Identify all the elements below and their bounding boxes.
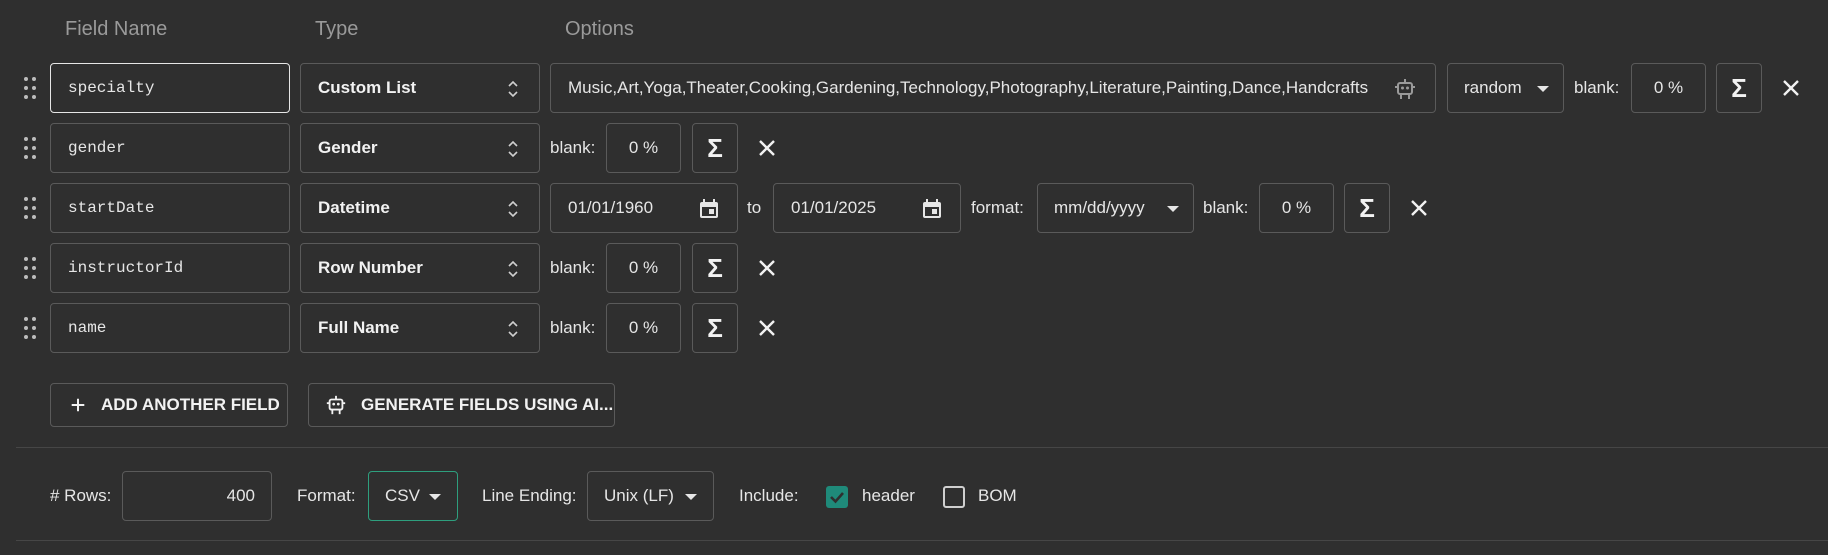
blank-label: blank: [1574,78,1620,97]
field-type-label: Gender [318,138,378,157]
date-from-value: 01/01/1960 [568,198,654,217]
sigma-icon: Σ [707,252,723,283]
field-type-select[interactable]: Gender [300,123,540,173]
drag-handle-icon[interactable] [24,137,38,159]
date-to-value: 01/01/2025 [791,198,877,217]
formula-button[interactable]: Σ [1716,63,1762,113]
check-icon [830,492,844,504]
blank-label: blank: [550,258,596,277]
include-label: Include: [739,486,799,505]
format-select[interactable]: CSV [368,471,458,521]
blank-percent-input[interactable]: 0 % [1259,183,1334,233]
field-row-gender: gender Gender blank: 0 % Σ [0,123,1828,173]
updown-icon [508,140,518,158]
blank-percent-input[interactable]: 0 % [606,243,681,293]
close-icon[interactable] [755,136,779,160]
custom-list-options-input[interactable]: Music,Art,Yoga,Theater,Cooking,Gardening… [550,63,1436,113]
date-format-value: mm/dd/yyyy [1054,198,1145,217]
generate-fields-ai-label: GENERATE FIELDS USING AI... [361,395,614,414]
close-icon[interactable] [755,316,779,340]
blank-label: blank: [1203,198,1249,217]
sigma-icon: Σ [707,312,723,343]
close-icon[interactable] [755,256,779,280]
robot-icon [326,395,346,415]
date-to-input[interactable]: 01/01/2025 [773,183,961,233]
chevron-down-icon [1537,86,1549,92]
updown-icon [508,200,518,218]
line-ending-label: Line Ending: [482,486,577,505]
bom-checkbox[interactable] [943,486,965,508]
blank-label: blank: [550,318,596,337]
field-type-label: Datetime [318,198,390,217]
chevron-down-icon [429,494,441,500]
field-row-startdate: startDate Datetime 01/01/1960 to 01/01/2… [0,183,1828,233]
drag-handle-icon[interactable] [24,257,38,279]
formula-button[interactable]: Σ [1344,183,1390,233]
generate-fields-ai-button[interactable]: GENERATE FIELDS USING AI... [308,383,615,427]
field-name-input[interactable]: instructorId [50,243,290,293]
header-type: Type [315,18,359,40]
close-icon[interactable] [1407,196,1431,220]
order-value: random [1464,78,1522,97]
field-type-label: Full Name [318,318,400,337]
calendar-icon[interactable] [920,197,944,221]
chevron-down-icon [1167,206,1179,212]
footer-divider [16,540,1828,541]
formula-button[interactable]: Σ [692,303,738,353]
robot-icon[interactable] [1393,77,1417,101]
date-from-input[interactable]: 01/01/1960 [550,183,738,233]
blank-percent-input[interactable]: 0 % [606,123,681,173]
blank-percent-input[interactable]: 0 % [1631,63,1706,113]
format-label: format: [971,198,1024,217]
updown-icon [508,80,518,98]
header-checkbox[interactable] [826,486,848,508]
line-ending-value: Unix (LF) [604,486,674,505]
sigma-icon: Σ [1731,72,1747,103]
line-ending-select[interactable]: Unix (LF) [587,471,714,521]
date-format-select[interactable]: mm/dd/yyyy [1037,183,1194,233]
section-divider [16,447,1828,448]
format-label: Format: [297,486,356,505]
sigma-icon: Σ [1359,192,1375,223]
chevron-down-icon [685,494,697,500]
field-type-select[interactable]: Datetime [300,183,540,233]
plus-icon [71,398,85,412]
header-checkbox-label[interactable]: header [862,486,915,506]
header-options: Options [565,18,634,40]
field-row-name: name Full Name blank: 0 % Σ [0,303,1828,353]
drag-handle-icon[interactable] [24,197,38,219]
field-row-specialty: specialty Custom List Music,Art,Yoga,The… [0,63,1828,113]
formula-button[interactable]: Σ [692,123,738,173]
field-type-select[interactable]: Custom List [300,63,540,113]
calendar-icon[interactable] [697,197,721,221]
formula-button[interactable]: Σ [692,243,738,293]
field-name-input[interactable]: gender [50,123,290,173]
to-label: to [747,198,762,217]
drag-handle-icon[interactable] [24,77,38,99]
add-another-field-button[interactable]: ADD ANOTHER FIELD [50,383,288,427]
sigma-icon: Σ [707,132,723,163]
field-type-select[interactable]: Row Number [300,243,540,293]
field-name-input[interactable]: startDate [50,183,290,233]
header-field-name: Field Name [65,18,168,40]
close-icon[interactable] [1779,76,1803,100]
field-row-instructorid: instructorId Row Number blank: 0 % Σ [0,243,1828,293]
custom-list-values: Music,Art,Yoga,Theater,Cooking,Gardening… [568,78,1369,97]
drag-handle-icon[interactable] [24,317,38,339]
format-value: CSV [385,486,420,505]
blank-label: blank: [550,138,596,157]
field-type-select[interactable]: Full Name [300,303,540,353]
rows-input[interactable]: 400 [122,471,272,521]
updown-icon [508,260,518,278]
add-another-field-label: ADD ANOTHER FIELD [101,395,280,414]
blank-percent-input[interactable]: 0 % [606,303,681,353]
field-name-input[interactable]: name [50,303,290,353]
rows-label: # Rows: [50,486,112,505]
order-select[interactable]: random [1447,63,1564,113]
field-type-label: Custom List [318,78,417,97]
bom-checkbox-label[interactable]: BOM [978,486,1017,506]
updown-icon [508,320,518,338]
field-name-input[interactable]: specialty [50,63,290,113]
field-type-label: Row Number [318,258,423,277]
